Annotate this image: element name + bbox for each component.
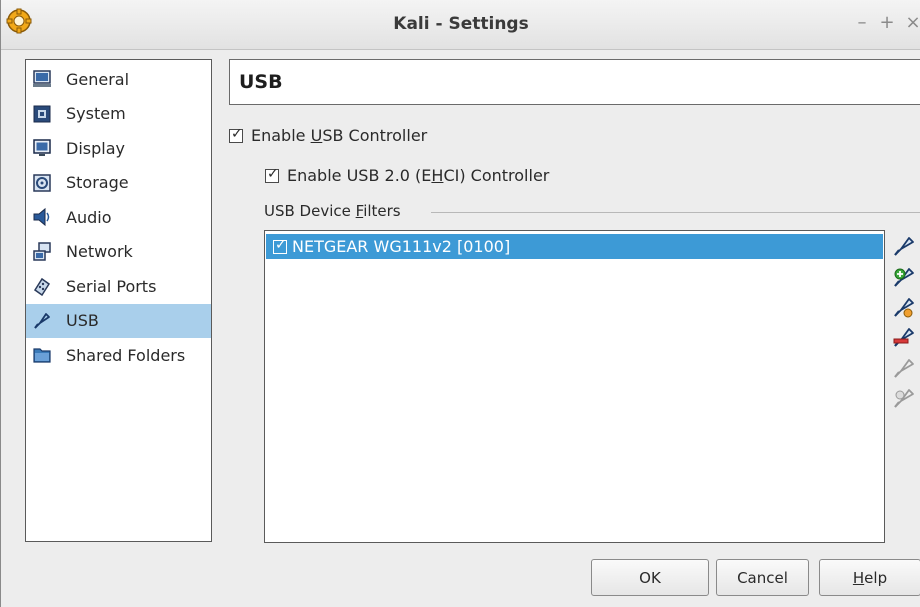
- filter-enabled-checkbox[interactable]: [273, 237, 287, 254]
- audio-icon: [31, 206, 53, 228]
- usb-device-filter-list[interactable]: NETGEAR WG111v2 [0100]: [264, 230, 885, 543]
- sidebar-item-label: Shared Folders: [66, 345, 186, 365]
- page-title: USB: [239, 71, 283, 93]
- edit-filter-icon[interactable]: [891, 295, 915, 319]
- cancel-button[interactable]: Cancel: [716, 559, 809, 596]
- shared-folders-icon: [31, 344, 53, 366]
- move-filter-up-icon[interactable]: [891, 356, 915, 380]
- checkbox-box[interactable]: [265, 166, 279, 183]
- checkbox-label: Enable USB Controller: [251, 126, 428, 145]
- checkbox-label: Enable USB 2.0 (EHCI) Controller: [287, 166, 550, 185]
- sidebar-item-label: Audio: [66, 207, 112, 227]
- filter-item[interactable]: NETGEAR WG111v2 [0100]: [266, 234, 883, 259]
- group-divider: [431, 212, 920, 213]
- sidebar-item-label: Display: [66, 138, 125, 158]
- settings-category-list[interactable]: General System Display Storage Audio Net…: [25, 59, 212, 542]
- settings-window: Kali - Settings – + × General System Dis…: [0, 0, 920, 607]
- display-icon: [31, 137, 53, 159]
- storage-icon: [31, 172, 53, 194]
- move-filter-down-icon[interactable]: [891, 386, 915, 410]
- sidebar-item-label: System: [66, 104, 126, 124]
- close-button[interactable]: ×: [904, 12, 920, 33]
- sidebar-item-label: Serial Ports: [66, 276, 157, 296]
- sidebar-item-system[interactable]: System: [26, 97, 211, 132]
- usb-device-filters-label: USB Device Filters: [264, 202, 407, 220]
- sidebar-item-network[interactable]: Network: [26, 235, 211, 270]
- sidebar-item-serial-ports[interactable]: Serial Ports: [26, 269, 211, 304]
- window-title: Kali - Settings: [393, 14, 529, 34]
- general-icon: [31, 68, 53, 90]
- minimize-button[interactable]: –: [853, 12, 871, 33]
- ok-button[interactable]: OK: [591, 559, 709, 596]
- page-header: USB: [229, 59, 920, 105]
- sidebar-item-label: Network: [66, 242, 133, 262]
- sidebar-item-usb[interactable]: USB: [26, 303, 211, 338]
- sidebar-item-general[interactable]: General: [26, 62, 211, 97]
- sidebar-item-label: General: [66, 69, 130, 89]
- enable-usb2-ehci-checkbox[interactable]: Enable USB 2.0 (EHCI) Controller: [265, 166, 549, 185]
- checkbox-box[interactable]: [229, 126, 243, 143]
- serial-ports-icon: [31, 275, 53, 297]
- usb-icon: [31, 310, 53, 332]
- title-bar[interactable]: Kali - Settings – + ×: [1, 0, 920, 50]
- system-icon: [31, 103, 53, 125]
- network-icon: [31, 241, 53, 263]
- maximize-button[interactable]: +: [878, 12, 896, 33]
- sidebar-item-audio[interactable]: Audio: [26, 200, 211, 235]
- sidebar-item-label: USB: [66, 311, 99, 331]
- sidebar-item-storage[interactable]: Storage: [26, 166, 211, 201]
- enable-usb-controller-checkbox[interactable]: Enable USB Controller: [229, 126, 427, 145]
- sidebar-item-shared-folders[interactable]: Shared Folders: [26, 338, 211, 373]
- filter-label: NETGEAR WG111v2 [0100]: [292, 237, 511, 256]
- add-device-filter-icon[interactable]: [891, 265, 915, 289]
- remove-filter-icon[interactable]: [891, 325, 915, 349]
- sidebar-item-label: Storage: [66, 173, 129, 193]
- help-button[interactable]: Help: [819, 559, 920, 596]
- add-empty-filter-icon[interactable]: [891, 234, 915, 258]
- sidebar-item-display[interactable]: Display: [26, 131, 211, 166]
